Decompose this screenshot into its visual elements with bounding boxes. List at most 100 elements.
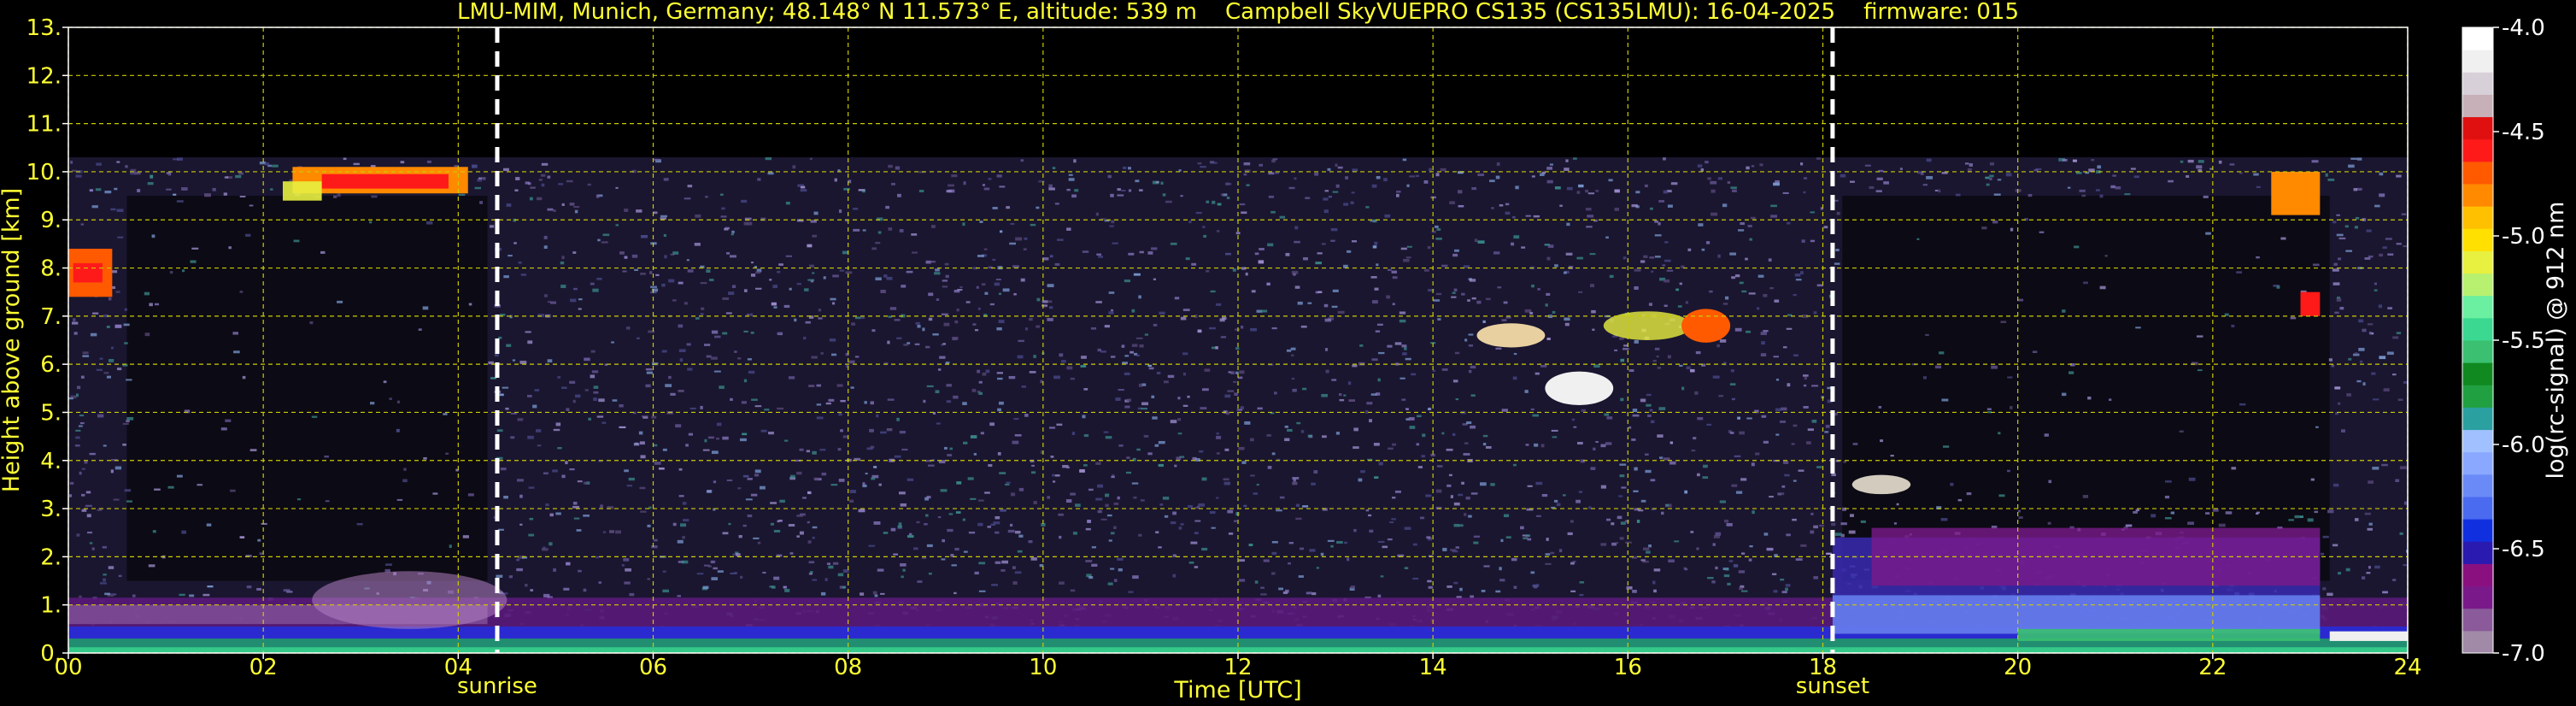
noise-dot [1614,349,1618,352]
noise-dot [602,531,607,533]
noise-dot [89,542,93,544]
noise-dot [1095,301,1102,303]
noise-dot [963,441,968,444]
noise-dot [1291,270,1299,274]
noise-dot [956,481,962,485]
noise-dot [954,321,959,324]
noise-dot [1406,184,1410,187]
colorbar-swatch [2462,50,2493,73]
noise-dot [75,393,79,397]
noise-dot [426,160,431,163]
noise-dot [1738,570,1746,574]
noise-dot [1197,329,1202,333]
noise-dot [1223,478,1229,481]
noise-dot [965,301,971,303]
noise-dot [1295,517,1302,521]
noise-dot [1751,462,1755,467]
noise-dot [1165,200,1172,203]
noise-dot [1417,466,1423,468]
noise-dot [1662,264,1666,267]
noise-dot [746,314,750,316]
noise-dot [508,255,513,257]
noise-dot [704,438,707,443]
noise-dot [104,592,110,596]
noise-dot [1435,489,1442,493]
noise-dot [907,478,914,481]
noise-dot [818,309,822,312]
noise-dot [751,398,758,401]
morning-aerosol [312,571,508,629]
noise-dot [851,322,855,326]
noise-dot [1298,575,1304,578]
noise-dot [982,372,987,376]
noise-dot [883,532,889,534]
noise-dot [643,416,648,419]
noise-dot [1747,225,1752,227]
noise-dot [866,447,873,450]
noise-dot [1198,503,1206,507]
noise-dot [871,477,876,480]
noise-dot [760,429,767,432]
noise-dot [1135,354,1140,357]
noise-dot [799,448,804,451]
noise-dot [938,368,942,371]
noise-dot [1194,532,1199,535]
noise-dot [944,446,948,450]
noise-dot [103,574,107,576]
noise-dot [103,578,106,582]
noise-dot [1174,464,1177,468]
noise-dot [948,184,954,187]
noise-dot [711,450,719,455]
noise-dot [1735,274,1740,278]
noise-dot [1395,193,1399,197]
noise-dot [899,228,904,232]
noise-dot [1353,427,1358,432]
noise-dot [1628,426,1632,429]
noise-dot [1284,589,1289,593]
noise-dot [1108,311,1114,315]
noise-dot [1292,388,1297,392]
noise-dot [1372,245,1377,249]
noise-dot [2072,159,2077,162]
noise-dot [181,269,185,273]
noise-dot [1437,318,1441,321]
noise-dot [1481,590,1486,592]
noise-dot [1148,367,1154,370]
noise-dot [1400,247,1407,250]
noise-dot [2310,478,2315,481]
noise-dot [823,276,826,279]
noise-dot [2017,298,2024,302]
noise-dot [1227,509,1234,514]
noise-dot [80,375,85,379]
noise-dot [71,321,79,325]
noise-dot [1441,368,1448,371]
noise-dot [785,201,790,205]
noise-dot [2170,511,2175,515]
noise-dot [2401,213,2407,215]
noise-dot [742,474,749,478]
noise-dot [1224,448,1229,451]
noise-dot [1151,247,1158,250]
noise-dot [1997,179,2002,181]
noise-dot [1177,432,1182,435]
noise-dot [886,427,893,432]
noise-dot [223,192,227,196]
noise-dot [2356,187,2362,191]
noise-dot [792,165,796,169]
noise-dot [1238,446,1245,450]
noise-dot [706,355,712,358]
noise-dot [991,584,998,586]
noise-dot [1512,463,1517,467]
noise-dot [955,511,961,514]
noise-dot [1633,490,1639,493]
noise-dot [529,197,533,201]
noise-dot [813,211,819,215]
noise-dot [1294,226,1299,230]
noise-dot [1352,364,1358,368]
noise-dot [1243,173,1247,176]
noise-dot [249,204,254,207]
noise-dot [104,190,112,194]
noise-dot [1836,211,1840,215]
noise-dot [1380,575,1384,578]
noise-dot [1453,288,1458,292]
